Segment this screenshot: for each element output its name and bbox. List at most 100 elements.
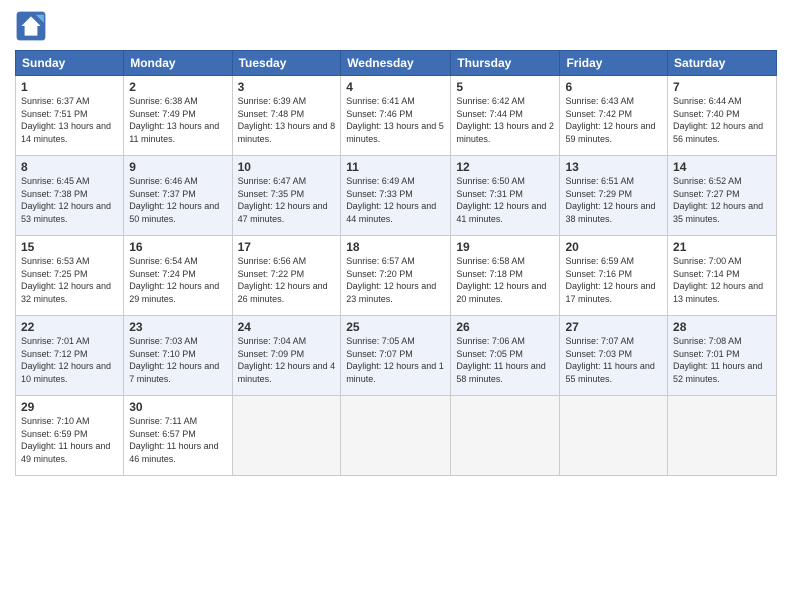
calendar-cell: 16Sunrise: 6:54 AMSunset: 7:24 PMDayligh… — [124, 236, 232, 316]
day-info: Sunrise: 6:59 AMSunset: 7:16 PMDaylight:… — [565, 255, 662, 305]
day-info: Sunrise: 7:11 AMSunset: 6:57 PMDaylight:… — [129, 415, 226, 465]
day-info: Sunrise: 6:39 AMSunset: 7:48 PMDaylight:… — [238, 95, 336, 145]
header-day-saturday: Saturday — [668, 51, 777, 76]
day-number: 13 — [565, 160, 662, 174]
day-info: Sunrise: 7:05 AMSunset: 7:07 PMDaylight:… — [346, 335, 445, 385]
calendar-header-row: SundayMondayTuesdayWednesdayThursdayFrid… — [16, 51, 777, 76]
day-number: 16 — [129, 240, 226, 254]
day-number: 29 — [21, 400, 118, 414]
calendar-cell: 23Sunrise: 7:03 AMSunset: 7:10 PMDayligh… — [124, 316, 232, 396]
calendar-cell: 12Sunrise: 6:50 AMSunset: 7:31 PMDayligh… — [451, 156, 560, 236]
day-number: 21 — [673, 240, 771, 254]
day-number: 2 — [129, 80, 226, 94]
day-info: Sunrise: 7:08 AMSunset: 7:01 PMDaylight:… — [673, 335, 771, 385]
header-day-thursday: Thursday — [451, 51, 560, 76]
calendar-cell: 8Sunrise: 6:45 AMSunset: 7:38 PMDaylight… — [16, 156, 124, 236]
header-day-monday: Monday — [124, 51, 232, 76]
calendar-week-3: 15Sunrise: 6:53 AMSunset: 7:25 PMDayligh… — [16, 236, 777, 316]
day-number: 17 — [238, 240, 336, 254]
day-number: 24 — [238, 320, 336, 334]
day-number: 25 — [346, 320, 445, 334]
calendar-week-4: 22Sunrise: 7:01 AMSunset: 7:12 PMDayligh… — [16, 316, 777, 396]
day-info: Sunrise: 6:47 AMSunset: 7:35 PMDaylight:… — [238, 175, 336, 225]
day-number: 12 — [456, 160, 554, 174]
day-number: 14 — [673, 160, 771, 174]
calendar-cell: 19Sunrise: 6:58 AMSunset: 7:18 PMDayligh… — [451, 236, 560, 316]
calendar-cell — [668, 396, 777, 476]
calendar-cell: 17Sunrise: 6:56 AMSunset: 7:22 PMDayligh… — [232, 236, 341, 316]
day-number: 8 — [21, 160, 118, 174]
day-info: Sunrise: 6:52 AMSunset: 7:27 PMDaylight:… — [673, 175, 771, 225]
day-info: Sunrise: 7:00 AMSunset: 7:14 PMDaylight:… — [673, 255, 771, 305]
day-info: Sunrise: 6:58 AMSunset: 7:18 PMDaylight:… — [456, 255, 554, 305]
day-number: 18 — [346, 240, 445, 254]
calendar-cell — [341, 396, 451, 476]
day-number: 10 — [238, 160, 336, 174]
calendar-cell — [232, 396, 341, 476]
calendar-cell: 29Sunrise: 7:10 AMSunset: 6:59 PMDayligh… — [16, 396, 124, 476]
day-number: 1 — [21, 80, 118, 94]
day-number: 4 — [346, 80, 445, 94]
calendar-cell: 27Sunrise: 7:07 AMSunset: 7:03 PMDayligh… — [560, 316, 668, 396]
calendar-cell: 24Sunrise: 7:04 AMSunset: 7:09 PMDayligh… — [232, 316, 341, 396]
calendar-cell: 7Sunrise: 6:44 AMSunset: 7:40 PMDaylight… — [668, 76, 777, 156]
logo — [15, 10, 51, 42]
calendar-cell: 9Sunrise: 6:46 AMSunset: 7:37 PMDaylight… — [124, 156, 232, 236]
day-number: 9 — [129, 160, 226, 174]
day-number: 5 — [456, 80, 554, 94]
day-info: Sunrise: 6:43 AMSunset: 7:42 PMDaylight:… — [565, 95, 662, 145]
calendar-cell: 15Sunrise: 6:53 AMSunset: 7:25 PMDayligh… — [16, 236, 124, 316]
calendar-cell: 11Sunrise: 6:49 AMSunset: 7:33 PMDayligh… — [341, 156, 451, 236]
day-number: 3 — [238, 80, 336, 94]
calendar-cell: 2Sunrise: 6:38 AMSunset: 7:49 PMDaylight… — [124, 76, 232, 156]
calendar-cell: 4Sunrise: 6:41 AMSunset: 7:46 PMDaylight… — [341, 76, 451, 156]
day-info: Sunrise: 7:03 AMSunset: 7:10 PMDaylight:… — [129, 335, 226, 385]
calendar-cell: 13Sunrise: 6:51 AMSunset: 7:29 PMDayligh… — [560, 156, 668, 236]
day-info: Sunrise: 6:41 AMSunset: 7:46 PMDaylight:… — [346, 95, 445, 145]
day-number: 19 — [456, 240, 554, 254]
header-day-tuesday: Tuesday — [232, 51, 341, 76]
day-info: Sunrise: 6:49 AMSunset: 7:33 PMDaylight:… — [346, 175, 445, 225]
day-info: Sunrise: 6:42 AMSunset: 7:44 PMDaylight:… — [456, 95, 554, 145]
day-number: 7 — [673, 80, 771, 94]
calendar-cell: 30Sunrise: 7:11 AMSunset: 6:57 PMDayligh… — [124, 396, 232, 476]
day-info: Sunrise: 6:50 AMSunset: 7:31 PMDaylight:… — [456, 175, 554, 225]
day-info: Sunrise: 6:57 AMSunset: 7:20 PMDaylight:… — [346, 255, 445, 305]
day-number: 30 — [129, 400, 226, 414]
calendar-cell: 5Sunrise: 6:42 AMSunset: 7:44 PMDaylight… — [451, 76, 560, 156]
calendar-cell: 6Sunrise: 6:43 AMSunset: 7:42 PMDaylight… — [560, 76, 668, 156]
calendar-cell: 26Sunrise: 7:06 AMSunset: 7:05 PMDayligh… — [451, 316, 560, 396]
header-day-friday: Friday — [560, 51, 668, 76]
calendar-week-2: 8Sunrise: 6:45 AMSunset: 7:38 PMDaylight… — [16, 156, 777, 236]
calendar-cell: 28Sunrise: 7:08 AMSunset: 7:01 PMDayligh… — [668, 316, 777, 396]
page: SundayMondayTuesdayWednesdayThursdayFrid… — [0, 0, 792, 612]
header-day-wednesday: Wednesday — [341, 51, 451, 76]
day-number: 26 — [456, 320, 554, 334]
day-number: 20 — [565, 240, 662, 254]
day-number: 27 — [565, 320, 662, 334]
calendar-cell — [560, 396, 668, 476]
calendar-cell: 22Sunrise: 7:01 AMSunset: 7:12 PMDayligh… — [16, 316, 124, 396]
calendar-cell: 14Sunrise: 6:52 AMSunset: 7:27 PMDayligh… — [668, 156, 777, 236]
day-info: Sunrise: 6:37 AMSunset: 7:51 PMDaylight:… — [21, 95, 118, 145]
day-info: Sunrise: 6:53 AMSunset: 7:25 PMDaylight:… — [21, 255, 118, 305]
day-info: Sunrise: 6:56 AMSunset: 7:22 PMDaylight:… — [238, 255, 336, 305]
calendar-cell: 10Sunrise: 6:47 AMSunset: 7:35 PMDayligh… — [232, 156, 341, 236]
calendar-cell: 21Sunrise: 7:00 AMSunset: 7:14 PMDayligh… — [668, 236, 777, 316]
day-info: Sunrise: 7:01 AMSunset: 7:12 PMDaylight:… — [21, 335, 118, 385]
day-info: Sunrise: 6:45 AMSunset: 7:38 PMDaylight:… — [21, 175, 118, 225]
calendar-cell — [451, 396, 560, 476]
day-info: Sunrise: 6:51 AMSunset: 7:29 PMDaylight:… — [565, 175, 662, 225]
header — [15, 10, 777, 42]
day-info: Sunrise: 6:44 AMSunset: 7:40 PMDaylight:… — [673, 95, 771, 145]
day-number: 22 — [21, 320, 118, 334]
day-info: Sunrise: 6:54 AMSunset: 7:24 PMDaylight:… — [129, 255, 226, 305]
logo-icon — [15, 10, 47, 42]
day-info: Sunrise: 7:06 AMSunset: 7:05 PMDaylight:… — [456, 335, 554, 385]
day-info: Sunrise: 6:38 AMSunset: 7:49 PMDaylight:… — [129, 95, 226, 145]
day-number: 15 — [21, 240, 118, 254]
calendar-cell: 25Sunrise: 7:05 AMSunset: 7:07 PMDayligh… — [341, 316, 451, 396]
day-number: 6 — [565, 80, 662, 94]
calendar-cell: 18Sunrise: 6:57 AMSunset: 7:20 PMDayligh… — [341, 236, 451, 316]
day-number: 11 — [346, 160, 445, 174]
